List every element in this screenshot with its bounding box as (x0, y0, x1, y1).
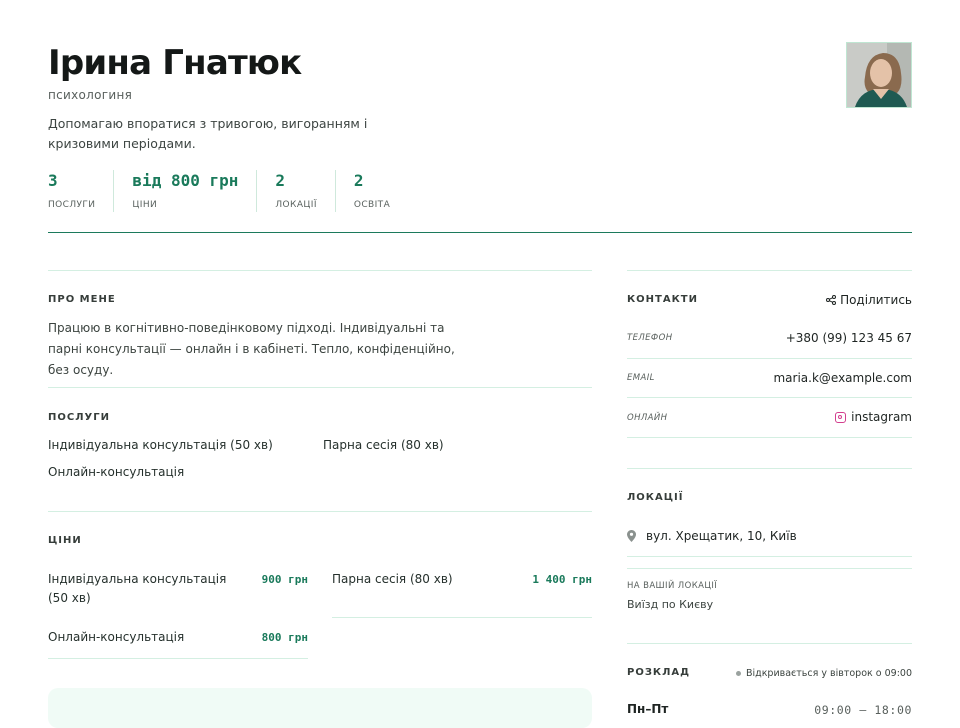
client-location-text: Виїзд по Києву (627, 598, 714, 611)
prices-title: ЦІНИ (48, 535, 82, 546)
email-link[interactable]: maria.k@example.com (773, 371, 912, 385)
booking-card (48, 688, 592, 728)
section-divider (627, 468, 912, 469)
status-dot-icon (735, 671, 741, 676)
stat-value: від 800 грн (132, 171, 239, 190)
stat-locations[interactable]: 2 ЛОКАЦІЇ (256, 170, 335, 212)
stat-value: 2 (353, 171, 364, 190)
location-item[interactable]: вул. Хрещатик, 10, Київ (627, 529, 797, 543)
status-text: Відкривається у вівторок о 09:00 (745, 668, 912, 679)
share-button[interactable]: Поділитись (826, 293, 912, 307)
contact-value: +380 (99) 123 45 67 (785, 331, 912, 345)
profile-page: Ірина Гнатюк психологиня Допомагаю впора… (48, 0, 912, 728)
stat-label: ЦІНИ (132, 200, 158, 210)
service-item: Онлайн-консультація (48, 465, 185, 479)
price-divider (332, 617, 592, 618)
schedule-status: Відкривається у вівторок о 09:00 (735, 668, 912, 679)
locations-title: ЛОКАЦІЇ (627, 492, 684, 503)
price-item-name: Онлайн-консультація (48, 630, 185, 644)
section-divider (48, 511, 592, 512)
schedule-title: РОЗКЛАД (627, 667, 691, 678)
service-item: Індивідуальна консультація (50 хв) (48, 438, 273, 452)
schedule-hours: 09:00 — 18:00 (814, 703, 912, 717)
sidebar: КОНТАКТИ Поділитись ТЕЛЕФОН +380 (99) 12… (627, 0, 912, 720)
phone-link[interactable]: +380 (99) 123 45 67 (786, 331, 912, 345)
row-divider (627, 397, 912, 398)
stat-services[interactable]: 3 ПОСЛУГИ (48, 170, 113, 212)
row-divider (627, 556, 912, 557)
price-divider (48, 658, 308, 659)
price-item-value: 900 грн (261, 573, 308, 586)
contact-value: instagram (851, 410, 912, 424)
price-item-value: 1 400 грн (532, 573, 592, 586)
profile-name: Ірина Гнатюк (48, 43, 302, 83)
share-icon (826, 295, 837, 305)
stat-value: 3 (48, 171, 58, 190)
contact-value: maria.k@example.com (773, 371, 912, 385)
stats-bar: 3 ПОСЛУГИ від 800 грн ЦІНИ 2 ЛОКАЦІЇ 2 О… (48, 170, 408, 212)
profile-role: психологиня (48, 88, 133, 102)
section-divider (48, 387, 592, 388)
stat-label: ЛОКАЦІЇ (275, 200, 317, 210)
contact-label: ОНЛАЙН (627, 413, 668, 423)
section-divider (627, 270, 912, 271)
section-divider (627, 643, 912, 644)
location-address: вул. Хрещатик, 10, Київ (646, 529, 797, 543)
row-divider (627, 568, 912, 569)
row-divider (627, 358, 912, 359)
about-title: ПРО МЕНЕ (48, 294, 116, 305)
about-text: Працюю в когнітивно-поведінковому підход… (48, 321, 455, 377)
row-divider (627, 437, 912, 438)
stat-label: ОСВІТА (353, 200, 391, 210)
schedule-day: Пн–Пт (627, 702, 669, 716)
stat-prices[interactable]: від 800 грн ЦІНИ (113, 170, 256, 212)
instagram-icon (835, 411, 847, 423)
contact-label: EMAIL (627, 373, 655, 383)
section-divider (48, 270, 592, 271)
price-item-name: Індивідуальна консультація (50 хв) (48, 572, 227, 605)
stat-value: 2 (275, 171, 286, 190)
client-location-label: НА ВАШІЙ ЛОКАЦІЇ (627, 581, 718, 591)
stat-label: ПОСЛУГИ (48, 200, 96, 210)
contacts-title: КОНТАКТИ (627, 294, 698, 305)
services-title: ПОСЛУГИ (48, 412, 110, 423)
price-item-value: 800 грн (261, 631, 308, 644)
service-item: Парна сесія (80 хв) (323, 438, 444, 452)
contact-label: ТЕЛЕФОН (627, 333, 673, 343)
instagram-link[interactable]: instagram (835, 410, 912, 424)
map-pin-icon (627, 530, 636, 542)
stat-education[interactable]: 2 ОСВІТА (334, 170, 408, 212)
price-item-name: Парна сесія (80 хв) (332, 572, 453, 586)
profile-bio: Допомагаю впоратися з тривогою, вигоранн… (48, 116, 368, 151)
share-label: Поділитись (840, 293, 912, 307)
